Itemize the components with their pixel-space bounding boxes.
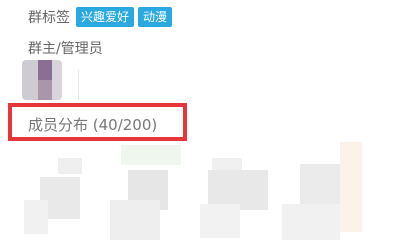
divider [78,70,79,100]
tag-anime[interactable]: 动漫 [138,7,173,27]
member-avatar-blur [110,200,160,240]
group-tags-row: 群标签 兴趣爱好 动漫 [28,6,173,28]
member-avatar-blur [200,204,240,238]
member-avatar-blur [282,204,340,240]
tag-hobby[interactable]: 兴趣爱好 [76,7,135,27]
member-avatar-blur [340,142,362,232]
member-distribution-label: 成员分布 (40/200) [28,116,158,134]
member-avatar-grid [0,140,419,244]
member-avatar-blur [58,158,82,174]
group-tags-label: 群标签 [28,10,70,26]
member-avatar-blur [24,200,48,234]
admin-section-label: 群主/管理员 [28,41,103,57]
admin-avatar[interactable] [22,60,62,100]
member-avatar-blur [121,145,181,165]
avatar-blur-part [52,60,62,100]
